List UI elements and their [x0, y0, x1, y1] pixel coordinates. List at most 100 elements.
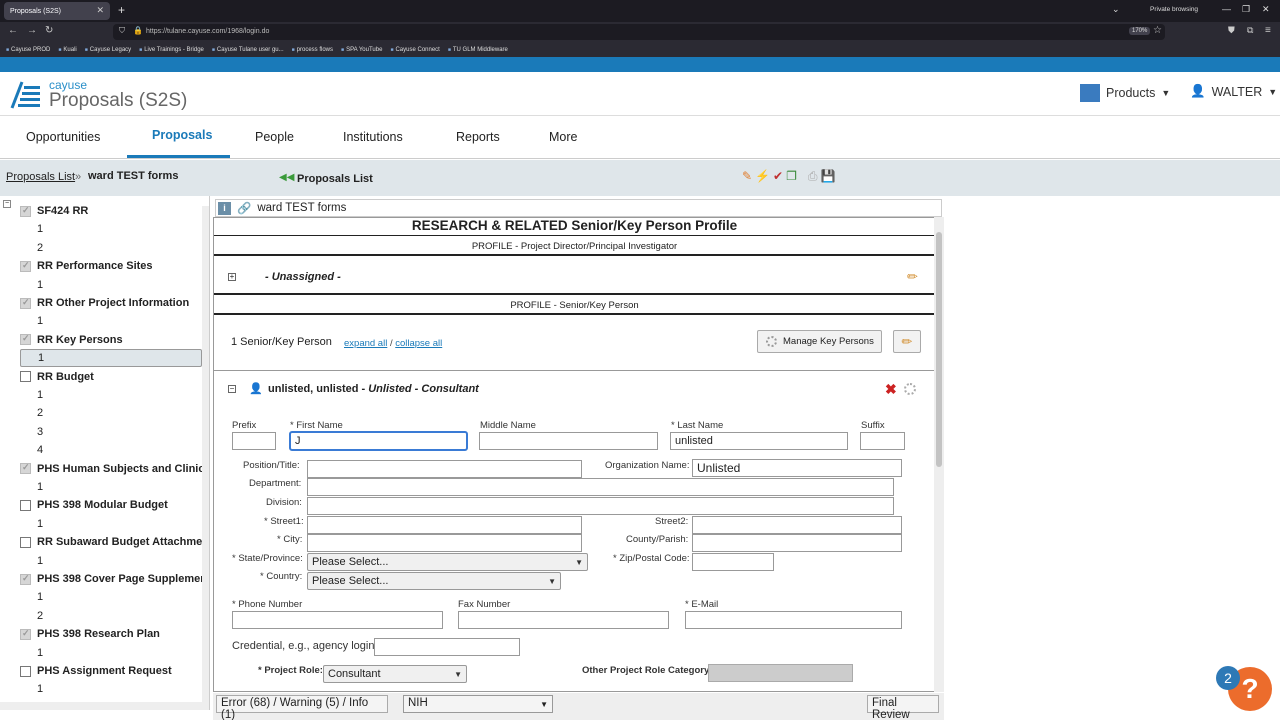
include-form-checkbox[interactable] — [20, 573, 31, 585]
tree-page-item[interactable]: 1 — [20, 588, 202, 606]
tree-page-item[interactable]: 2 — [20, 239, 202, 257]
tab-people[interactable]: People — [255, 130, 294, 144]
maximize-icon[interactable]: ❐ — [1242, 4, 1250, 15]
tree-page-item[interactable]: 2 — [20, 404, 202, 422]
edit-pencil-icon[interactable]: ✏ — [907, 269, 918, 285]
credential-input[interactable] — [374, 638, 520, 656]
tree-form-item[interactable]: RR Budget — [20, 368, 202, 386]
tree-form-item[interactable]: PHS Assignment Request — [20, 662, 202, 680]
bookmark-item[interactable]: Kuali — [58, 47, 76, 53]
form-scrollbar-thumb[interactable] — [936, 232, 942, 467]
new-tab-icon[interactable]: + — [118, 3, 125, 17]
street2-input[interactable] — [692, 516, 902, 534]
tree-page-item[interactable]: 1 — [20, 276, 202, 294]
bookmark-item[interactable]: process flows — [292, 47, 333, 53]
edit-button[interactable]: ✏ — [893, 330, 921, 353]
proposals-list-link[interactable]: Proposals List — [297, 173, 373, 185]
back-arrow-icon[interactable]: ◀◀ — [279, 172, 294, 183]
agency-select[interactable]: NIH ▼ — [403, 695, 553, 713]
gear-icon[interactable] — [904, 383, 916, 395]
info-icon[interactable]: i — [218, 201, 231, 215]
manage-key-persons-button[interactable]: Manage Key Persons — [757, 330, 882, 353]
tree-form-item[interactable]: RR Performance Sites — [20, 257, 202, 275]
tree-page-item[interactable]: 1 — [20, 220, 202, 238]
tree-form-item[interactable]: PHS Human Subjects and Clinical — [20, 460, 202, 478]
tree-page-item[interactable]: 1 — [20, 349, 202, 368]
tree-vertical-scrollbar[interactable] — [202, 206, 209, 706]
include-form-checkbox[interactable] — [20, 260, 31, 272]
pocket-icon[interactable]: ⛊ — [1228, 25, 1235, 36]
tree-form-item[interactable]: PHS 398 Research Plan — [20, 625, 202, 643]
tab-list-icon[interactable]: ⌄ — [1112, 4, 1120, 15]
tree-page-item[interactable]: 1 — [20, 644, 202, 662]
tree-page-item[interactable]: 1 — [20, 478, 202, 496]
country-select[interactable]: Please Select... ▼ — [307, 572, 561, 590]
bookmark-item[interactable]: Cayuse Legacy — [85, 47, 131, 53]
include-form-checkbox[interactable] — [20, 462, 31, 475]
expand-icon[interactable]: + — [228, 273, 236, 281]
print-icon[interactable]: ⎙ — [808, 169, 818, 184]
save-icon[interactable]: 💾 — [820, 169, 835, 184]
tree-page-item[interactable]: 1 — [20, 515, 202, 533]
include-form-checkbox[interactable] — [20, 371, 31, 383]
minimize-icon[interactable]: — — [1222, 4, 1231, 14]
tab-reports[interactable]: Reports — [456, 130, 500, 144]
lock-icon[interactable]: 🔒 — [133, 26, 143, 35]
bookmark-star-icon[interactable]: ☆ — [1153, 25, 1162, 36]
menu-icon[interactable]: ≡ — [1265, 25, 1271, 36]
include-form-checkbox[interactable] — [20, 333, 31, 346]
tree-form-item[interactable]: RR Subaward Budget Attachment — [20, 533, 202, 551]
browser-tab[interactable]: Proposals (S2S) ✕ — [4, 2, 110, 20]
tab-opportunities[interactable]: Opportunities — [26, 130, 100, 144]
user-menu[interactable]: 👤 WALTER ▼ — [1190, 84, 1277, 99]
reload-icon[interactable]: ↻ — [45, 25, 53, 36]
copy-icon[interactable]: ❐ — [786, 169, 797, 184]
collapse-tree-icon[interactable]: − — [3, 200, 11, 208]
lightning-icon[interactable]: ⚡ — [755, 169, 770, 184]
tree-form-item[interactable]: SF424 RR — [20, 202, 202, 220]
prefix-input[interactable] — [232, 432, 276, 450]
extensions-icon[interactable]: ⧉ — [1247, 25, 1253, 36]
forward-icon[interactable]: → — [27, 25, 37, 36]
tree-form-item[interactable]: RR Key Persons — [20, 331, 202, 349]
tree-horizontal-scrollbar[interactable] — [0, 702, 209, 710]
county-input[interactable] — [692, 534, 902, 552]
first-name-input[interactable] — [289, 431, 468, 451]
final-review-button[interactable]: Final Review — [867, 695, 939, 720]
tree-page-item[interactable]: 1 — [20, 552, 202, 570]
include-form-checkbox[interactable] — [20, 536, 31, 548]
zip-input[interactable] — [692, 553, 774, 571]
department-input[interactable] — [307, 478, 894, 496]
close-tab-icon[interactable]: ✕ — [96, 5, 104, 16]
back-icon[interactable]: ← — [8, 25, 18, 36]
shield-icon[interactable]: ⛉ — [119, 26, 125, 36]
tree-page-item[interactable]: 1 — [20, 312, 202, 330]
project-role-select[interactable]: Consultant ▼ — [323, 665, 467, 683]
tree-page-item[interactable]: 3 — [20, 423, 202, 441]
position-input[interactable] — [307, 460, 582, 478]
division-input[interactable] — [307, 497, 894, 515]
url-bar[interactable]: ⛉ 🔒 https://tulane.cayuse.com/1968/login… — [113, 24, 1165, 40]
close-window-icon[interactable]: ✕ — [1262, 4, 1270, 15]
include-form-checkbox[interactable] — [20, 628, 31, 640]
last-name-input[interactable] — [670, 432, 848, 450]
bookmark-item[interactable]: Live Trainings - Bridge — [139, 47, 204, 53]
check-icon[interactable]: ✔ — [773, 169, 783, 184]
email-input[interactable] — [685, 611, 902, 629]
breadcrumb-proposals-list[interactable]: Proposals List — [6, 171, 75, 183]
include-form-checkbox[interactable] — [20, 297, 31, 309]
tree-page-item[interactable]: 4 — [20, 441, 202, 459]
tab-proposals[interactable]: Proposals — [152, 128, 212, 142]
bookmark-item[interactable]: Cayuse Tulane user gu... — [212, 47, 284, 53]
tree-form-item[interactable]: PHS 398 Modular Budget — [20, 496, 202, 514]
expand-all-link[interactable]: expand all — [344, 338, 387, 349]
bookmark-item[interactable]: Cayuse Connect — [390, 47, 439, 53]
errors-button[interactable]: Error (68) / Warning (5) / Info (1) — [216, 695, 388, 720]
suffix-input[interactable] — [860, 432, 905, 450]
phone-input[interactable] — [232, 611, 443, 629]
tab-institutions[interactable]: Institutions — [343, 130, 403, 144]
fax-input[interactable] — [458, 611, 669, 629]
zoom-level[interactable]: 170% — [1129, 27, 1151, 35]
bookmark-item[interactable]: TU GLM Middleware — [448, 47, 508, 53]
include-form-checkbox[interactable] — [20, 665, 31, 677]
